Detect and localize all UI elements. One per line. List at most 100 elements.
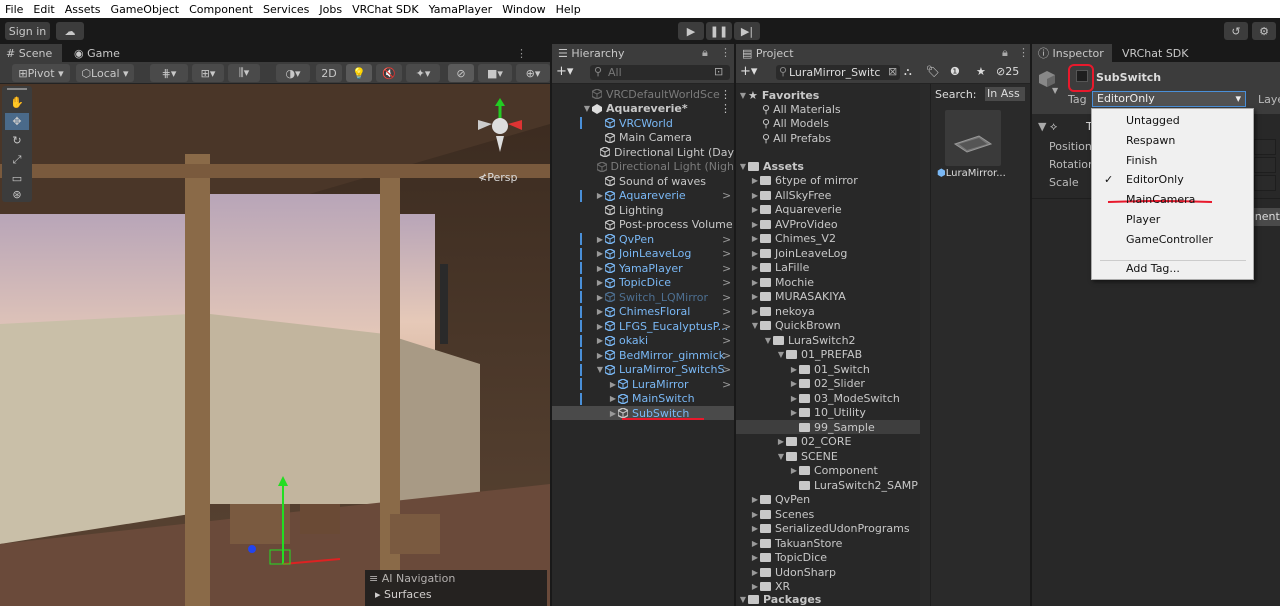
project-folder[interactable]: ▶ 02_Slider [736,377,920,391]
foldout-arrow-icon[interactable]: ▼ [776,350,786,359]
effects-toggle[interactable]: ✦▾ [406,64,440,82]
tab-scene[interactable]: # Scene [0,44,62,62]
foldout-arrow-icon[interactable]: ▶ [789,394,799,403]
project-folder[interactable]: ▶ Component [736,464,920,478]
foldout-arrow-icon[interactable]: ▶ [750,553,760,562]
hierarchy-row[interactable]: ▶ Aquareverie > [552,189,734,203]
hierarchy-search[interactable]: ⚲ All ⊡ [590,65,730,80]
prefab-open-icon[interactable]: > [722,189,731,202]
audio-toggle[interactable]: 🔇 [376,64,402,82]
project-folder[interactable]: ▶ AVProVideo [736,217,920,231]
project-folder[interactable]: ▶ JoinLeaveLog [736,246,920,260]
tag-option-maincamera[interactable]: MainCamera [1092,190,1253,209]
project-folder[interactable]: ▶ SerializedUdonPrograms [736,522,920,536]
foldout-arrow-icon[interactable]: ▶ [595,336,605,345]
menu-item-assets[interactable]: Assets [60,3,106,16]
asset-label[interactable]: ⬢LuraMirror... [937,168,1006,179]
hierarchy-menu-icon[interactable]: ⋮ [720,46,731,59]
project-folder[interactable]: ▶ MURASAKIYA [736,290,920,304]
project-folder[interactable]: ▶ 02_CORE [736,435,920,449]
foldout-arrow-icon[interactable]: ▼ [763,336,773,345]
asset-thumbnail[interactable] [945,110,1001,166]
tag-option-editoronly[interactable]: ✓ EditorOnly [1092,170,1253,189]
shading-mode-button[interactable]: ◑▾ [276,64,310,82]
project-folder[interactable]: ▶ TopicDice [736,551,920,565]
menu-item-yamaplayer[interactable]: YamaPlayer [424,3,498,16]
project-folder[interactable]: ▶ nekoya [736,304,920,318]
foldout-arrow-icon[interactable]: ▶ [750,524,760,533]
search-scope-button[interactable]: In Ass [985,87,1025,101]
project-folder[interactable]: ▶ AllSkyFree [736,188,920,202]
hierarchy-row[interactable]: Post-process Volume [552,218,734,232]
project-create-button[interactable]: +▾ [740,64,757,79]
grid-snap-button[interactable]: ⊞▾ [192,64,224,82]
project-folder[interactable]: ▶ 03_ModeSwitch [736,391,920,405]
foldout-arrow-icon[interactable]: ▶ [595,191,605,200]
foldout-arrow-icon[interactable]: ▼ [738,595,748,604]
project-folder[interactable]: ▶ 01_Switch [736,362,920,376]
overlay-surfaces[interactable]: ▸ Surfaces [375,588,432,601]
filter-label-icon[interactable]: 🏷︎ [926,65,940,78]
prefab-open-icon[interactable]: > [722,291,731,304]
project-folder[interactable]: ▶ LaFille [736,261,920,275]
foldout-arrow-icon[interactable]: ▶ [750,176,760,185]
favorite-item[interactable]: ⚲ All Materials [736,102,920,116]
foldout-arrow-icon[interactable]: ▼ [595,365,605,374]
hierarchy-row[interactable]: ▶ YamaPlayer > [552,261,734,275]
hierarchy-row[interactable]: ▼ Aquareverie* ⋮ [552,102,734,116]
step-button[interactable]: ▶| [734,22,760,40]
foldout-arrow-icon[interactable]: ▶ [750,307,760,316]
foldout-arrow-icon[interactable]: ▶ [776,437,786,446]
foldout-arrow-icon[interactable]: ▶ [750,568,760,577]
filter-type-icon[interactable]: ⛬ [904,65,912,79]
tag-option-untagged[interactable]: Untagged [1092,111,1253,130]
foldout-arrow-icon[interactable]: ▶ [595,278,605,287]
foldout-arrow-icon[interactable]: ▶ [750,205,760,214]
sign-in-button[interactable]: Sign in [5,22,50,40]
cloud-button[interactable]: ☁ [56,22,84,40]
foldout-arrow-icon[interactable]: ▼ [750,321,760,330]
foldout-arrow-icon[interactable]: ▶ [608,394,618,403]
project-folder[interactable]: LuraSwitch2_SAMP [736,478,920,492]
project-tree-scrollbar[interactable] [920,84,930,606]
snap-button[interactable]: ⋕▾ [150,64,188,82]
tag-dropdown[interactable]: EditorOnly ▾ [1092,91,1246,107]
project-search[interactable]: ⚲ LuraMirror_Switc ⊠ [776,65,900,80]
assets-header[interactable]: ▼ Assets [736,159,920,173]
foldout-arrow-icon[interactable]: ▶ [595,235,605,244]
tag-option-finish[interactable]: Finish [1092,151,1253,170]
scale-tool[interactable]: ⤢ [5,151,29,168]
tab-inspector[interactable]: ⓘ Inspector [1032,44,1112,62]
foldout-arrow-icon[interactable]: ▶ [750,495,760,504]
foldout-arrow-icon[interactable]: ▶ [750,263,760,272]
tab-game[interactable]: ◉ Game [68,44,128,62]
hierarchy-row[interactable]: ▶ QvPen > [552,232,734,246]
project-folder[interactable]: ▶ Aquareverie [736,203,920,217]
foldout-arrow-icon[interactable]: ▼ [582,104,592,113]
rect-tool[interactable]: ▭ [5,170,29,187]
project-folder[interactable]: ▶ 6type of mirror [736,174,920,188]
foldout-arrow-icon[interactable]: ▶ [789,365,799,374]
menu-item-window[interactable]: Window [497,3,550,16]
project-folder[interactable]: ▼ QuickBrown [736,319,920,333]
hierarchy-row[interactable]: ▶ Switch_LQMirror > [552,290,734,304]
prefab-open-icon[interactable]: > [722,363,731,376]
hierarchy-row[interactable]: ▶ LFGS_EucalyptusP... > [552,319,734,333]
hierarchy-row[interactable]: Lighting [552,203,734,217]
prefab-open-icon[interactable]: > [722,305,731,318]
add-tag-item[interactable]: Add Tag... [1092,259,1253,278]
prefab-open-icon[interactable]: > [722,320,731,333]
foldout-arrow-icon[interactable]: ▶ [750,191,760,200]
favorites-header[interactable]: ▼ ★ Favorites [736,88,920,102]
foldout-arrow-icon[interactable]: ▶ [595,264,605,273]
menu-item-jobs[interactable]: Jobs [314,3,347,16]
project-folder[interactable]: ▶ TakuanStore [736,536,920,550]
hierarchy-row[interactable]: Sound of waves [552,174,734,188]
foldout-arrow-icon[interactable]: ▶ [595,307,605,316]
prefab-open-icon[interactable]: > [722,233,731,246]
settings-button[interactable]: ⚙ [1252,22,1276,40]
lock-icon[interactable]: 🔒︎ [702,46,708,60]
hierarchy-row[interactable]: Directional Light (Day [552,145,734,159]
position-field[interactable] [1254,139,1276,155]
scale-field[interactable] [1254,175,1276,191]
